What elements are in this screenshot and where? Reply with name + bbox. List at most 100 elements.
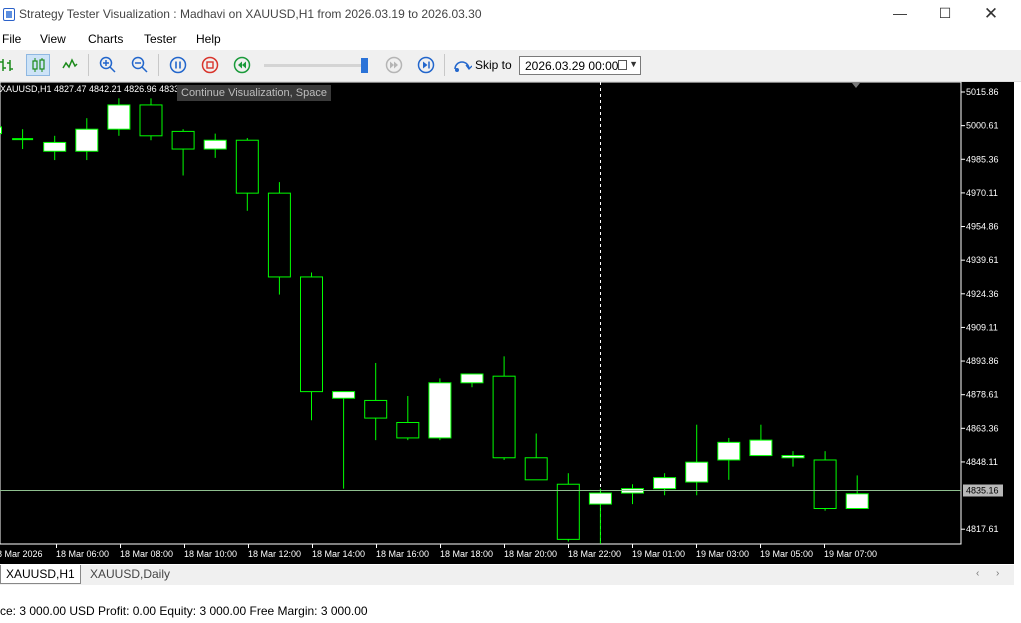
bar-chart-icon xyxy=(0,59,13,71)
y-axis-label: 4817.61 xyxy=(966,524,999,534)
x-axis-label: 18 Mar 10:00 xyxy=(184,549,237,559)
y-axis-label: 4939.61 xyxy=(966,255,999,265)
candle-body xyxy=(781,455,805,459)
y-axis-label: 4954.86 xyxy=(966,222,999,232)
zoom-out-button[interactable] xyxy=(128,54,152,76)
skip-to-date-picker[interactable]: 2026.03.29 00:00 ▼ xyxy=(519,56,641,75)
candle-body xyxy=(653,477,677,490)
x-axis-label: 18 Mar 20:00 xyxy=(504,549,557,559)
candle-body xyxy=(75,128,99,152)
scroll-marker-icon xyxy=(852,83,860,88)
zoom-in-button[interactable] xyxy=(96,54,120,76)
skip-to-date-value: 2026.03.29 00:00 xyxy=(525,59,619,73)
menu-view[interactable]: View xyxy=(40,32,66,46)
candlestick-button[interactable] xyxy=(26,54,50,76)
toolbar-separator xyxy=(444,54,445,76)
y-axis-label: 4878.61 xyxy=(966,390,999,400)
price-chart[interactable]: 5015.86 5000.61 4985.36 4970.11 4954.86 4939.… xyxy=(0,82,1014,564)
y-axis-label: 4863.36 xyxy=(966,423,999,433)
step-back-button[interactable] xyxy=(230,54,254,76)
pause-icon xyxy=(169,56,187,74)
chart-area[interactable]: 5015.86 5000.61 4985.36 4970.11 4954.86 4939.… xyxy=(0,82,1014,564)
step-forward-icon xyxy=(385,56,403,74)
step-back-icon xyxy=(233,56,251,74)
tab-scroll-right-icon[interactable]: › xyxy=(996,568,999,579)
candle-body xyxy=(235,139,259,194)
candle-body xyxy=(556,483,580,540)
line-chart-button[interactable] xyxy=(58,54,82,76)
y-axis-label: 4893.86 xyxy=(966,356,999,366)
skip-to-icon xyxy=(454,61,472,72)
bar-chart-button[interactable] xyxy=(0,54,18,76)
chart-tab-bar: XAUUSD,H1 XAUUSD,Daily ‹ › xyxy=(0,565,1014,585)
candle-body xyxy=(107,104,131,130)
y-axis-label: 4970.11 xyxy=(966,188,998,198)
candle-body xyxy=(300,276,323,393)
y-axis-label: 4924.36 xyxy=(966,289,999,299)
candle-body xyxy=(492,375,516,459)
app-icon xyxy=(3,8,15,21)
window-title: Strategy Tester Visualization : Madhavi … xyxy=(19,7,482,21)
status-bar: ce: 3 000.00 USD Profit: 0.00 Equity: 3 … xyxy=(0,596,1021,623)
candle-body xyxy=(749,439,773,457)
step-forward-button[interactable] xyxy=(382,54,406,76)
candle-body xyxy=(813,459,837,509)
candle-body xyxy=(139,104,163,137)
chart-symbol-header: XAUUSD,H1 4827.47 4842.21 4826.96 4833.6… xyxy=(0,84,192,94)
chevron-down-icon: ▼ xyxy=(629,59,638,69)
menu-tester[interactable]: Tester xyxy=(144,32,177,46)
y-axis-label: 4909.11 xyxy=(966,322,998,332)
x-axis-label: 19 Mar 07:00 xyxy=(824,549,877,559)
candle-body xyxy=(717,441,741,461)
maximize-button[interactable]: ☐ xyxy=(922,0,968,29)
menu-help[interactable]: Help xyxy=(196,32,221,46)
title-bar: Strategy Tester Visualization : Madhavi … xyxy=(0,0,1021,29)
tab-scroll-left-icon[interactable]: ‹ xyxy=(976,568,979,579)
minimize-button[interactable]: — xyxy=(877,0,923,29)
stop-icon xyxy=(201,56,219,74)
x-axis-label: 18 Mar 16:00 xyxy=(376,549,429,559)
x-axis-label: 19 Mar 03:00 xyxy=(696,549,749,559)
x-axis-label: 18 Mar 2026 xyxy=(0,549,43,559)
skip-end-icon xyxy=(417,56,435,74)
line-chart-icon xyxy=(62,58,78,69)
menu-bar: File View Charts Tester Help xyxy=(0,29,1021,49)
candle-body xyxy=(171,130,195,150)
candle-body xyxy=(267,192,291,278)
tab-xauusd-h1[interactable]: XAUUSD,H1 xyxy=(0,565,81,584)
x-axis-label: 19 Mar 01:00 xyxy=(632,549,685,559)
toolbar: Skip to 2026.03.29 00:00 ▼ xyxy=(0,50,1021,82)
candle-body xyxy=(203,139,227,150)
menu-file[interactable]: File xyxy=(2,32,21,46)
candle-body xyxy=(428,382,452,439)
account-status: ce: 3 000.00 USD Profit: 0.00 Equity: 3 … xyxy=(0,604,368,618)
zoom-out-icon xyxy=(131,56,148,73)
toolbar-separator xyxy=(158,54,159,76)
y-axis-label: 4848.11 xyxy=(966,457,998,467)
candle-body xyxy=(460,373,484,384)
stop-button[interactable] xyxy=(198,54,222,76)
speed-slider-thumb[interactable] xyxy=(361,58,368,73)
y-axis-label: 5015.86 xyxy=(966,87,999,97)
skip-to-label: Skip to xyxy=(475,58,512,72)
tab-xauusd-daily[interactable]: XAUUSD,Daily xyxy=(85,565,175,584)
pause-button[interactable] xyxy=(166,54,190,76)
menu-charts[interactable]: Charts xyxy=(88,32,123,46)
candle-body xyxy=(43,141,67,152)
candle-body xyxy=(364,399,388,419)
candle-body xyxy=(332,391,356,399)
x-axis-label: 18 Mar 18:00 xyxy=(440,549,493,559)
x-axis-label: 18 Mar 12:00 xyxy=(248,549,301,559)
y-axis-label: 5000.61 xyxy=(966,121,999,131)
x-axis-label: 18 Mar 14:00 xyxy=(312,549,365,559)
speed-slider-track[interactable] xyxy=(264,64,368,67)
candle-body xyxy=(524,457,548,481)
candle-body xyxy=(588,492,612,505)
toolbar-separator xyxy=(88,54,89,76)
calendar-icon xyxy=(618,60,627,70)
candlestick-icon xyxy=(32,58,45,72)
skip-end-button[interactable] xyxy=(414,54,438,76)
skip-to-button[interactable] xyxy=(450,54,474,76)
candle-body xyxy=(396,421,420,439)
close-button[interactable]: ✕ xyxy=(968,0,1014,29)
